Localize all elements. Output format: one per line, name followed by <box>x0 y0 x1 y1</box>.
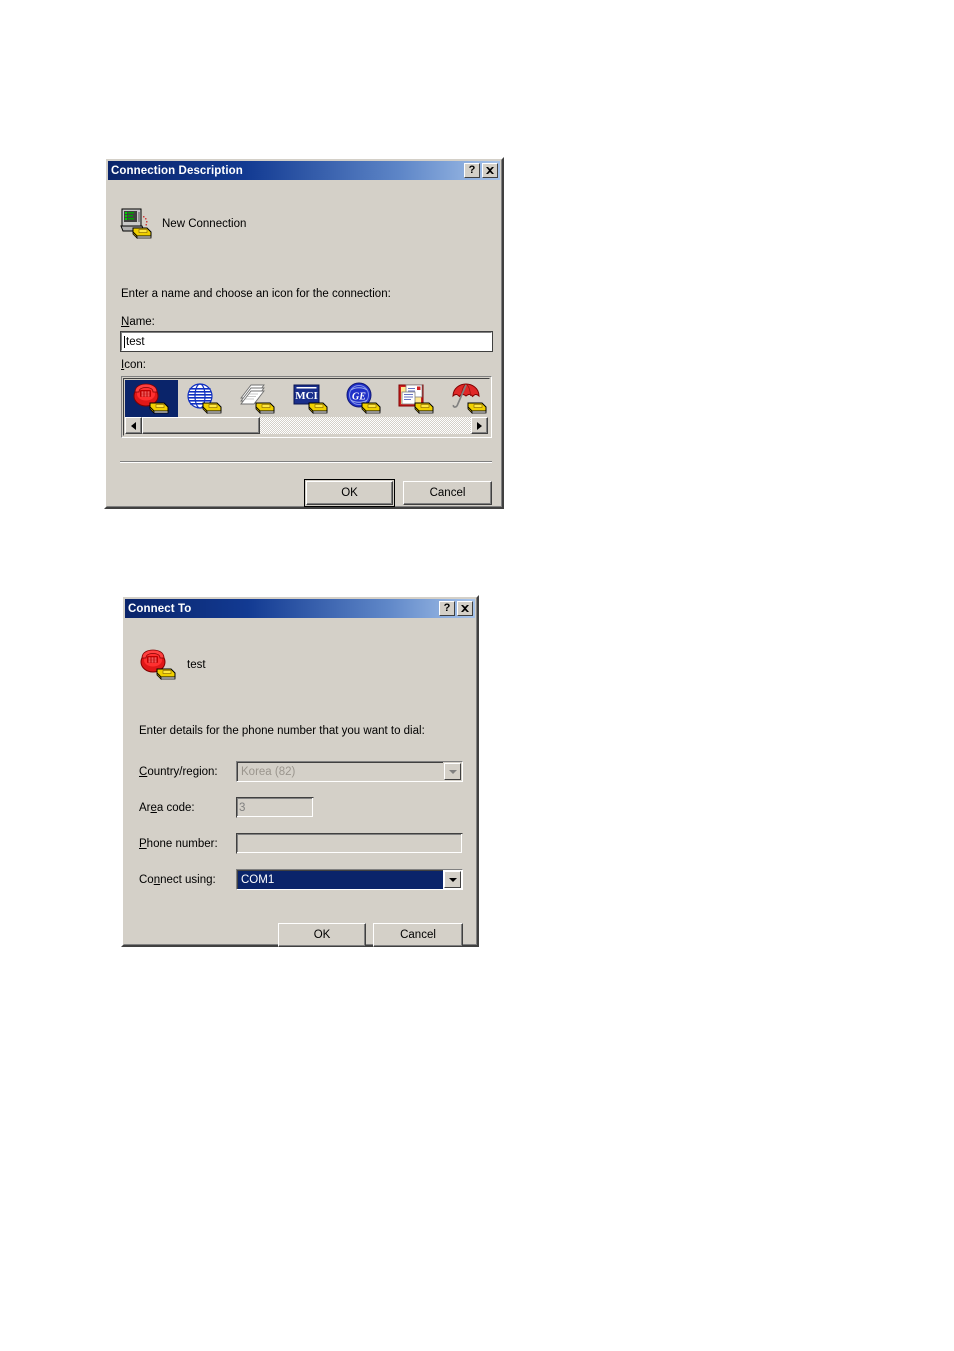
dialog-title: Connect To <box>128 602 192 615</box>
area-code-value: 3 <box>239 801 246 814</box>
fax-pages-modem-icon <box>239 384 274 414</box>
prompt-text: Enter a name and choose an icon for the … <box>121 288 391 300</box>
close-button[interactable] <box>482 163 498 178</box>
header-row: New Connection <box>120 208 246 240</box>
mci-modem-icon: MCI <box>293 384 327 414</box>
area-code-label: Area code: <box>139 802 195 814</box>
scroll-track[interactable] <box>142 417 471 434</box>
documents-folder-modem-icon <box>398 384 433 414</box>
connect-using-value: COM1 <box>237 870 443 889</box>
icon-option-ge-globe[interactable]: GE <box>337 380 390 418</box>
red-telephone-modem-icon <box>133 383 168 414</box>
name-input[interactable]: test <box>120 331 493 352</box>
help-button[interactable]: ? <box>464 163 480 178</box>
connect-using-dropdown-arrow[interactable] <box>444 871 461 888</box>
icon-option-documents[interactable] <box>390 380 443 418</box>
icon-strip: MCI GE <box>125 380 488 418</box>
ok-button[interactable]: OK <box>278 923 366 947</box>
ok-button[interactable]: OK <box>304 479 395 507</box>
help-button[interactable]: ? <box>439 601 455 616</box>
name-input-value: test <box>126 335 145 348</box>
svg-text:GE: GE <box>352 392 366 403</box>
cancel-button[interactable]: Cancel <box>403 481 492 505</box>
ge-globe-modem-icon: GE <box>346 382 380 414</box>
button-separator <box>120 461 492 463</box>
svg-text:MCI: MCI <box>295 390 318 402</box>
cancel-button[interactable]: Cancel <box>373 923 463 947</box>
prompt-text: Enter details for the phone number that … <box>139 725 425 737</box>
connection-description-dialog[interactable]: Connection Description ? New Connection … <box>104 157 504 509</box>
chevron-down-icon <box>448 877 457 882</box>
titlebar-buttons: ? <box>464 163 498 178</box>
chevron-down-icon <box>448 769 457 774</box>
scroll-thumb[interactable] <box>142 417 261 434</box>
red-telephone-modem-icon <box>139 648 179 682</box>
icon-option-blue-globe[interactable] <box>178 380 231 418</box>
connect-using-label: Connect using: <box>139 874 216 886</box>
right-arrow-icon <box>477 421 482 430</box>
phone-number-input[interactable] <box>236 833 463 854</box>
header-row: test <box>139 648 206 682</box>
phone-number-label: Phone number: <box>139 838 218 850</box>
new-connection-icon-svg <box>120 208 152 239</box>
cancel-button-label: Cancel <box>400 929 436 941</box>
country-region-label: Country/region: <box>139 766 218 778</box>
country-region-value: Korea (82) <box>237 762 443 781</box>
icon-listbox-hscrollbar[interactable] <box>125 417 488 434</box>
red-telephone-modem-icon-svg <box>140 649 176 680</box>
country-region-combo[interactable]: Korea (82) <box>236 761 463 782</box>
icon-option-umbrella[interactable] <box>443 380 489 418</box>
scroll-right-button[interactable] <box>471 417 488 434</box>
ok-button-label: OK <box>341 487 358 499</box>
cancel-button-label: Cancel <box>429 487 466 499</box>
blue-globe-modem-icon <box>186 383 221 414</box>
close-button[interactable] <box>457 601 473 616</box>
icon-listbox[interactable]: MCI GE <box>121 376 492 438</box>
left-arrow-icon <box>131 421 136 430</box>
header-caption: test <box>187 659 206 671</box>
scroll-left-button[interactable] <box>125 417 142 434</box>
connect-to-dialog[interactable]: Connect To ? test Enter details for the … <box>121 595 479 947</box>
text-caret <box>124 335 125 348</box>
titlebar[interactable]: Connect To ? <box>125 599 475 618</box>
country-region-dropdown-arrow[interactable] <box>444 763 461 780</box>
area-code-input[interactable]: 3 <box>236 797 314 818</box>
ok-button-label: OK <box>313 929 331 941</box>
dialog-title: Connection Description <box>111 164 243 177</box>
close-icon <box>461 604 469 612</box>
header-caption: New Connection <box>162 218 247 230</box>
umbrella-modem-icon <box>451 383 486 414</box>
icon-option-red-telephone[interactable] <box>125 380 178 418</box>
icon-listbox-inner: MCI GE <box>123 378 490 436</box>
icon-option-fax-pages[interactable] <box>231 380 284 418</box>
titlebar-buttons: ? <box>439 601 473 616</box>
icon-field-label: Icon: <box>121 359 146 371</box>
name-field-label: Name: <box>121 316 155 328</box>
icon-option-mci[interactable]: MCI <box>284 380 337 418</box>
connect-using-combo[interactable]: COM1 <box>236 869 463 890</box>
close-icon <box>486 166 494 174</box>
titlebar[interactable]: Connection Description ? <box>108 161 500 180</box>
new-connection-icon <box>120 208 154 240</box>
